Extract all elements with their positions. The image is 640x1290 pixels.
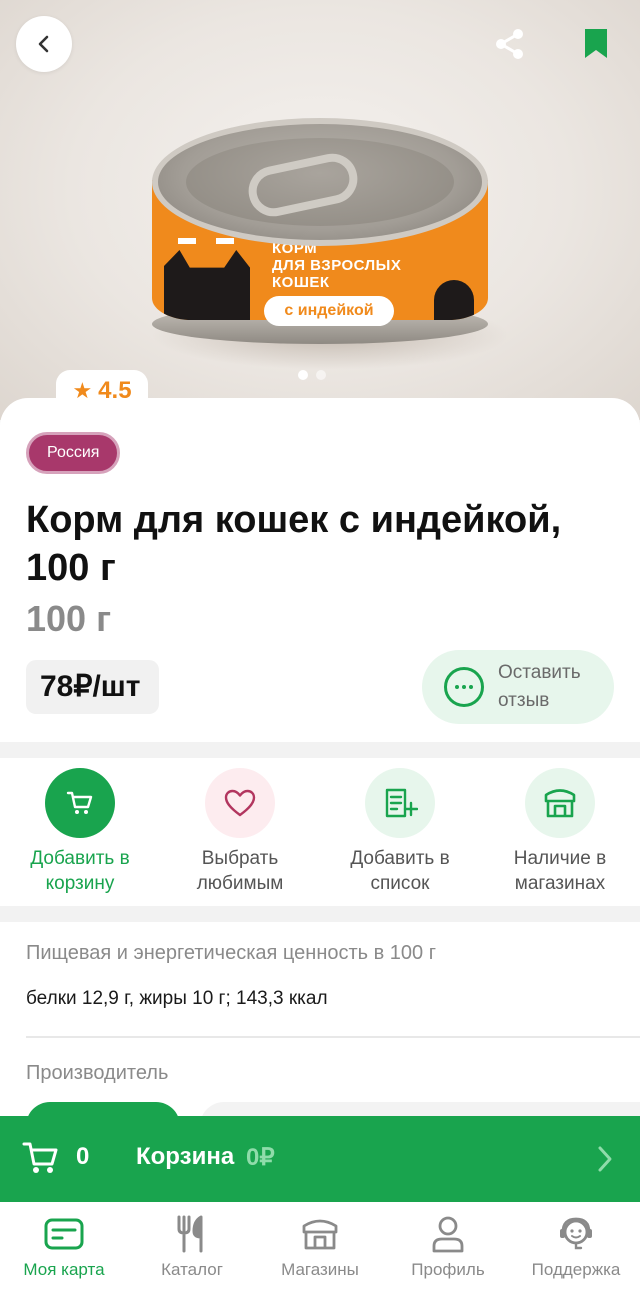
chevron-right-icon — [598, 1146, 612, 1172]
rating-badge[interactable]: ★ 4.5 — [56, 370, 148, 412]
favorite-label: Выбрать любимым — [196, 848, 284, 894]
product-weight: 100 г — [26, 598, 112, 639]
card-icon — [44, 1218, 84, 1250]
cart-icon — [22, 1142, 58, 1173]
cart-icon — [66, 791, 93, 814]
pagination-dot-active[interactable] — [298, 370, 308, 380]
store-icon — [302, 1219, 338, 1250]
nav-support[interactable]: Поддержка — [512, 1202, 640, 1290]
product-details: Пищевая и энергетическая ценность в 100 … — [0, 922, 640, 1132]
store-icon — [544, 789, 576, 818]
add-to-list-button[interactable]: Добавить в список — [320, 758, 480, 906]
list-add-icon — [385, 788, 418, 818]
nav-label-support: Поддержка — [531, 1260, 621, 1279]
chat-bubble-icon — [444, 667, 484, 707]
leave-review-button[interactable]: Оставить отзыв — [422, 650, 614, 724]
cart-bar[interactable]: 0 Корзина 0₽ — [0, 1116, 640, 1202]
profile-icon — [432, 1216, 464, 1253]
cart-label: Корзина — [136, 1143, 235, 1170]
product-image[interactable]: КОРМ ДЛЯ ВЗРОСЛЫХ КОШЕК с индейкой — [0, 0, 640, 420]
pagination-dot[interactable] — [316, 370, 326, 380]
bottom-nav: Моя карта Каталог Магазины Профиль Подде… — [0, 1202, 640, 1290]
nav-catalog[interactable]: Каталог — [128, 1202, 256, 1290]
can-label-pill: с индейкой — [264, 296, 394, 326]
bookmark-icon — [585, 29, 607, 58]
origin-badge: Россия — [26, 432, 121, 474]
leave-review-label: Оставить отзыв — [498, 662, 581, 711]
nav-profile[interactable]: Профиль — [384, 1202, 512, 1290]
support-icon — [560, 1217, 592, 1250]
back-button[interactable] — [16, 16, 72, 72]
nutrition-value: белки 12,9 г, жиры 10 г; 143,3 ккал — [26, 988, 328, 1009]
nav-stores[interactable]: Магазины — [256, 1202, 384, 1290]
store-availability-label: Наличие в магазинах — [513, 848, 607, 894]
add-to-cart-label: Добавить в корзину — [30, 848, 130, 894]
can-label-text: КОРМ ДЛЯ ВЗРОСЛЫХ КОШЕК — [272, 240, 402, 291]
product-actions: Добавить в корзину Выбрать любимым Добав… — [0, 758, 640, 906]
share-icon — [496, 29, 523, 59]
add-to-list-label: Добавить в список — [350, 848, 450, 894]
product-screen: КОРМ ДЛЯ ВЗРОСЛЫХ КОШЕК с индейкой ★ 4.5… — [0, 0, 640, 1290]
can-lid — [152, 118, 488, 246]
nav-label-catalog: Каталог — [161, 1260, 223, 1279]
heart-icon — [224, 789, 256, 817]
bookmark-button[interactable] — [574, 22, 618, 66]
cutlery-icon — [177, 1215, 203, 1253]
store-availability-button[interactable]: Наличие в магазинах — [480, 758, 640, 906]
product-title: Корм для кошек с индейкой, 100 г — [26, 499, 562, 589]
cart-count: 0 — [76, 1143, 90, 1170]
divider — [26, 1036, 640, 1038]
nav-my-card[interactable]: Моя карта — [0, 1202, 128, 1290]
cart-total: 0₽ — [246, 1144, 275, 1171]
rating-value: 4.5 — [98, 377, 132, 404]
nutrition-title: Пищевая и энергетическая ценность в 100 … — [26, 942, 437, 964]
favorite-button[interactable]: Выбрать любимым — [160, 758, 320, 906]
nav-label-profile: Профиль — [411, 1260, 485, 1279]
add-to-cart-button[interactable]: Добавить в корзину — [0, 758, 160, 906]
chevron-left-icon — [38, 35, 49, 53]
image-pagination — [298, 370, 326, 380]
nav-label-my-card: Моя карта — [23, 1260, 105, 1279]
product-price: 78₽/шт — [26, 660, 159, 714]
manufacturer-title: Производитель — [26, 1062, 169, 1084]
cat-graphic — [164, 250, 250, 320]
cat-food-can: КОРМ ДЛЯ ВЗРОСЛЫХ КОШЕК с индейкой — [152, 118, 488, 344]
nav-label-stores: Магазины — [281, 1260, 359, 1279]
star-icon: ★ — [72, 378, 93, 403]
share-button[interactable] — [488, 22, 532, 66]
